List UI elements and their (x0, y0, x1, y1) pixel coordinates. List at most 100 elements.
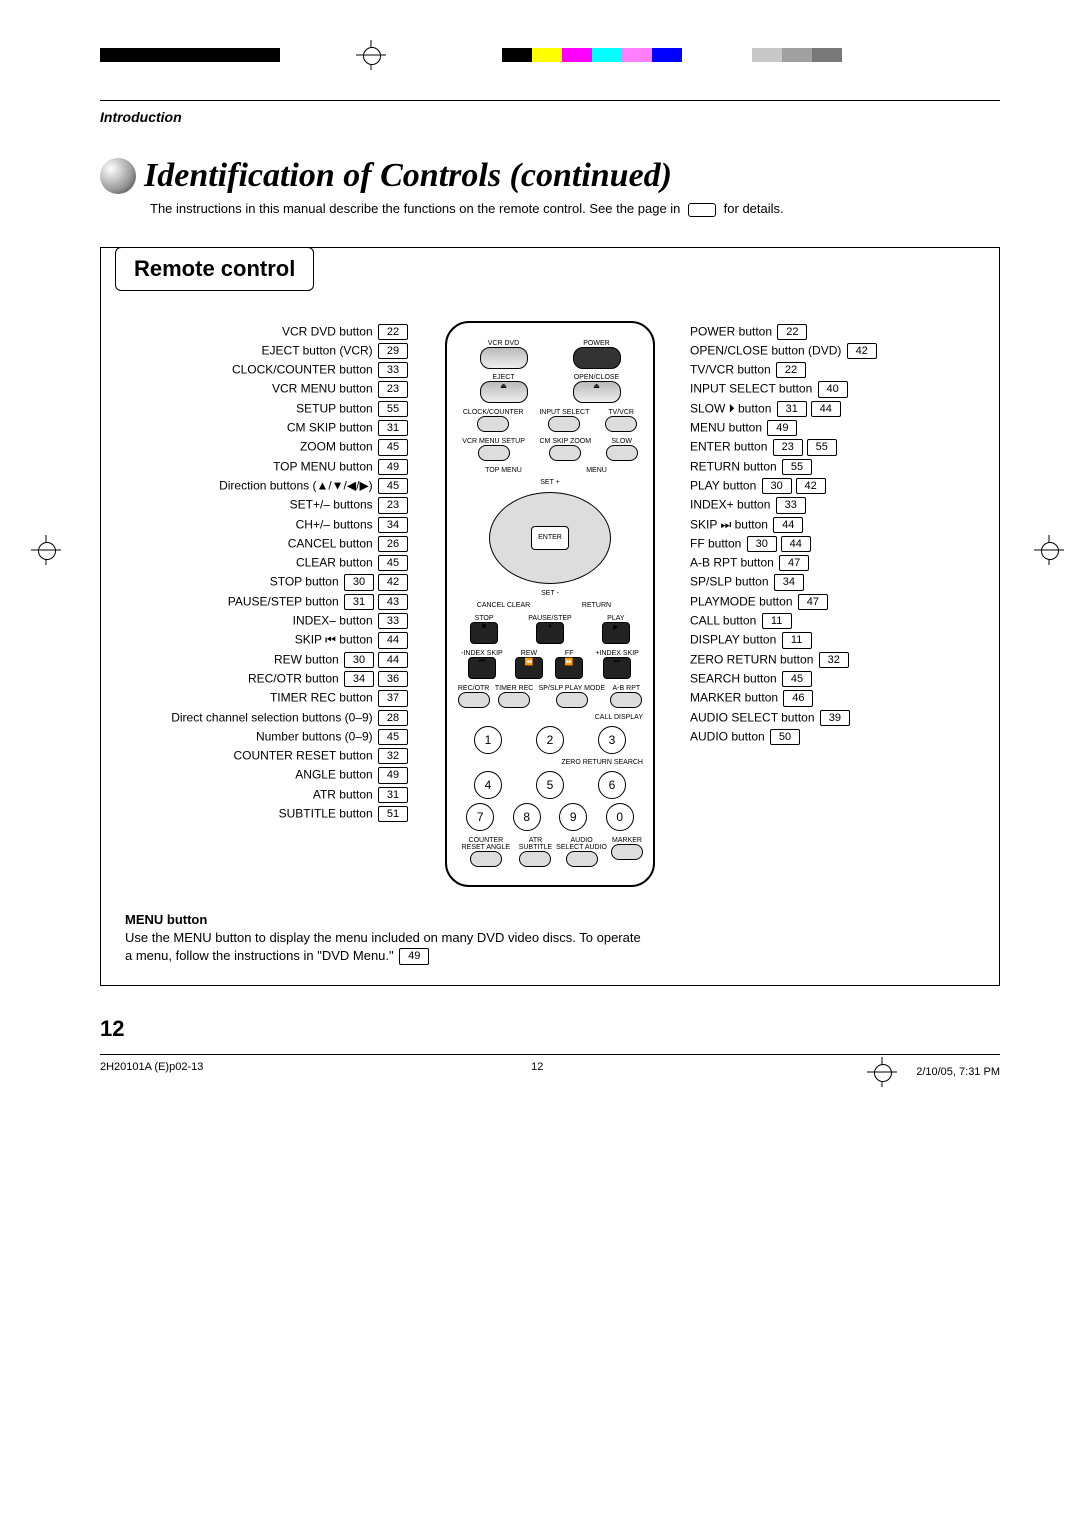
callout-label: SKIP ⏮ button (295, 633, 376, 647)
page-ref: 34 (344, 671, 374, 687)
callout-item: A-B RPT button 47 (690, 555, 989, 571)
page-ref: 49 (378, 767, 408, 783)
callout-item: Direct channel selection buttons (0–9) 2… (111, 710, 410, 726)
callout-item: SUBTITLE button 51 (111, 806, 410, 822)
callout-label: FF button (690, 536, 745, 550)
callout-item: INDEX– button 33 (111, 613, 410, 629)
callout-item: SETUP button 55 (111, 401, 410, 417)
callout-item: Direction buttons (▲/▼/◀/▶) 45 (111, 478, 410, 494)
callout-label: SKIP ⏭ button (690, 517, 771, 531)
callout-item: REC/OTR button 3436 (111, 671, 410, 687)
callout-item: SEARCH button 45 (690, 671, 989, 687)
callout-item: CM SKIP button 31 (111, 420, 410, 436)
page-ref: 32 (378, 748, 408, 764)
callout-label: AUDIO SELECT button (690, 710, 818, 724)
registration-mark-icon (35, 539, 57, 561)
callout-item: SKIP ⏭ button 44 (690, 517, 989, 533)
page-ref: 26 (378, 536, 408, 552)
callout-label: SUBTITLE button (279, 806, 376, 820)
page-ref: 55 (807, 439, 837, 455)
page-ref: 51 (378, 806, 408, 822)
callout-item: PLAYMODE button 47 (690, 594, 989, 610)
section-label: Introduction (100, 109, 182, 125)
callout-label: CH+/– buttons (296, 517, 376, 531)
page-ref: 11 (762, 613, 792, 629)
callout-label: SLOW ⏵ button (690, 401, 775, 415)
registration-mark-icon (871, 1061, 893, 1083)
callout-label: SP/SLP button (690, 575, 772, 589)
callout-item: TIMER REC button 37 (111, 690, 410, 706)
callout-item: CANCEL button 26 (111, 536, 410, 552)
menu-button-note: MENU button Use the MENU button to displ… (125, 911, 645, 966)
page-ref: 42 (378, 574, 408, 590)
page-ref: 32 (819, 652, 849, 668)
callout-item: SLOW ⏵ button 3144 (690, 401, 989, 417)
callout-label: CALL button (690, 613, 760, 627)
callout-label: SET+/– buttons (290, 498, 376, 512)
page-ref: 47 (779, 555, 809, 571)
callout-label: POWER button (690, 324, 775, 338)
page-ref: 31 (378, 420, 408, 436)
page-ref: 22 (777, 324, 807, 340)
callout-item: ATR button 31 (111, 787, 410, 803)
callout-label: TV/VCR button (690, 362, 774, 376)
callout-label: COUNTER RESET button (234, 748, 377, 762)
callout-label: STOP button (270, 575, 342, 589)
callout-item: VCR MENU button 23 (111, 381, 410, 397)
callout-label: PLAY button (690, 478, 760, 492)
callout-label: VCR DVD button (282, 324, 376, 338)
page-ref: 30 (762, 478, 792, 494)
page-ref: 23 (378, 497, 408, 513)
callout-label: CLOCK/COUNTER button (232, 362, 376, 376)
callout-item: EJECT button (VCR) 29 (111, 343, 410, 359)
dpad-icon (489, 492, 611, 584)
callout-item: ZOOM button 45 (111, 439, 410, 455)
page-ref: 44 (378, 632, 408, 648)
callout-item: PAUSE/STEP button 3143 (111, 594, 410, 610)
page-ref: 43 (378, 594, 408, 610)
callout-item: OPEN/CLOSE button (DVD) 42 (690, 343, 989, 359)
callout-item: SET+/– buttons 23 (111, 497, 410, 513)
callout-item: CLEAR button 45 (111, 555, 410, 571)
callout-label: INDEX+ button (690, 498, 774, 512)
callout-label: CM SKIP button (287, 420, 376, 434)
page-ref: 22 (776, 362, 806, 378)
callout-label: ENTER button (690, 440, 771, 454)
callout-label: ZOOM button (300, 440, 376, 454)
page-ref: 33 (776, 497, 806, 513)
callout-label: REW button (274, 652, 342, 666)
page-ref: 44 (773, 517, 803, 533)
callout-label: ZERO RETURN button (690, 652, 817, 666)
callout-item: AUDIO SELECT button 39 (690, 710, 989, 726)
page-ref: 23 (773, 439, 803, 455)
callout-label: INPUT SELECT button (690, 382, 816, 396)
footer-left: 2H20101A (E)p02-13 (100, 1061, 203, 1083)
callout-label: Direction buttons (▲/▼/◀/▶) (219, 478, 376, 492)
page-ref: 33 (378, 362, 408, 378)
callout-item: Number buttons (0–9) 45 (111, 729, 410, 745)
title-bullet-icon (100, 158, 136, 194)
callout-item: INPUT SELECT button 40 (690, 381, 989, 397)
page-ref: 55 (782, 459, 812, 475)
page-ref: 22 (378, 324, 408, 340)
callout-label: SETUP button (296, 401, 376, 415)
callout-label: ANGLE button (295, 768, 376, 782)
callout-item: ENTER button 2355 (690, 439, 989, 455)
callout-item: INDEX+ button 33 (690, 497, 989, 513)
intro-text: The instructions in this manual describe… (150, 201, 1000, 217)
page-ref: 31 (344, 594, 374, 610)
gray-swatches (752, 48, 842, 62)
callout-item: TV/VCR button 22 (690, 362, 989, 378)
page-ref: 11 (782, 632, 812, 648)
page-ref: 45 (782, 671, 812, 687)
print-registration-bar (100, 45, 1000, 65)
left-callouts: VCR DVD button 22 EJECT button (VCR) 29 CL… (111, 321, 420, 887)
page-ref: 45 (378, 478, 408, 494)
page-ref: 47 (798, 594, 828, 610)
remote-control-section: Remote control VCR DVD button 22EJECT bu… (100, 247, 1000, 987)
remote-diagram: VCR DVD POWER EJECT⏏ OPEN/CLOSE⏏ CLOCK/C… (445, 321, 655, 887)
page-ref: 55 (378, 401, 408, 417)
callout-item: MARKER button 46 (690, 690, 989, 706)
callout-label: PLAYMODE button (690, 594, 796, 608)
callout-item: DISPLAY button 11 (690, 632, 989, 648)
